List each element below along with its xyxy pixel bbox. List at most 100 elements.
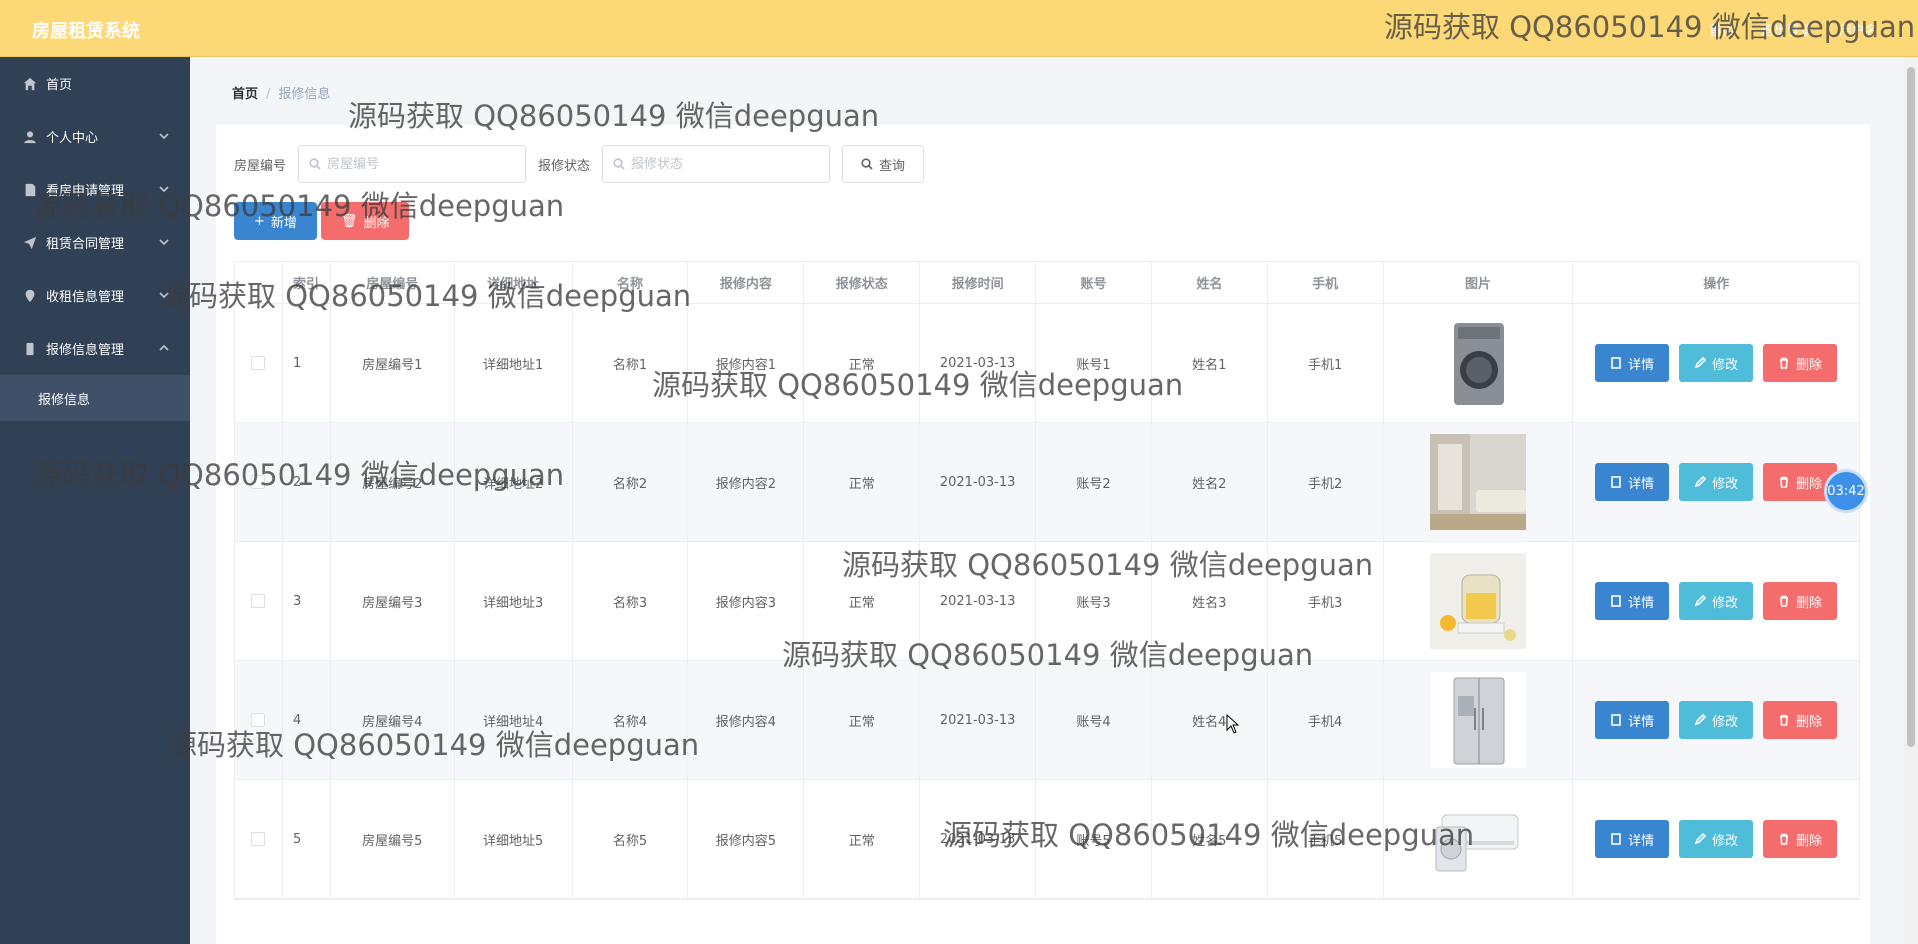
delete-button[interactable]: 删除	[1763, 820, 1838, 858]
header-operations: 操作	[1703, 277, 1730, 292]
edit-button[interactable]: 修改	[1679, 820, 1754, 858]
breadcrumb-current: 报修信息	[278, 87, 331, 102]
sidebar-item-label: 收租信息管理	[46, 290, 125, 305]
cell-house-number: 房屋编号4	[331, 661, 455, 779]
sidebar-item-rent[interactable]: 收租信息管理	[0, 269, 190, 322]
delete-label: 删除	[1796, 594, 1823, 610]
detail-button[interactable]: 详情	[1595, 344, 1670, 382]
delete-button[interactable]: 删除	[1763, 344, 1838, 382]
air-conditioner-image[interactable]	[1429, 791, 1526, 887]
phone-icon	[22, 341, 38, 357]
sidebar-item-viewing[interactable]: 看房申请管理	[0, 163, 190, 216]
row-checkbox[interactable]	[251, 356, 266, 370]
delete-button[interactable]: 删除	[1763, 701, 1838, 739]
detail-button[interactable]: 详情	[1595, 701, 1670, 739]
row-checkbox-cell	[235, 542, 283, 660]
edit-label: 修改	[1712, 356, 1739, 372]
cell-image	[1384, 304, 1574, 422]
row-checkbox[interactable]	[251, 832, 266, 846]
sidebar-item-repair[interactable]: 报修信息管理	[0, 322, 190, 375]
edit-button[interactable]: 修改	[1679, 463, 1754, 501]
user-icon	[22, 129, 38, 145]
edit-button[interactable]: 修改	[1679, 582, 1754, 620]
cell-phone: 手机5	[1268, 780, 1384, 898]
cell-operations: 详情 修改 删除	[1573, 304, 1859, 422]
washing-machine-image[interactable]	[1429, 315, 1526, 411]
row-checkbox[interactable]	[251, 713, 266, 727]
living-room-image[interactable]	[1429, 434, 1526, 530]
header-realname: 姓名	[1152, 262, 1268, 303]
page-scrollbar[interactable]	[1904, 57, 1918, 944]
sidebar-item-label: 首页	[46, 78, 73, 93]
sidebar-subitem-repair-info[interactable]: 报修信息	[0, 375, 190, 421]
header-link-logout[interactable]: 退出登录	[1761, 20, 1813, 39]
row-checkbox-cell	[235, 423, 283, 541]
detail-button[interactable]: 详情	[1595, 582, 1670, 620]
header-status: 报修状态	[804, 262, 921, 303]
edit-icon	[1694, 833, 1707, 845]
cell-house-number: 房屋编号2	[331, 423, 455, 541]
repair-status-input[interactable]	[603, 146, 830, 182]
delete-button[interactable]: 删除	[1763, 582, 1838, 620]
detail-label: 详情	[1628, 832, 1655, 848]
cell-house-number: 房屋编号1	[331, 304, 455, 422]
doc-icon	[22, 182, 38, 198]
cell-image	[1384, 780, 1574, 898]
breadcrumb-home[interactable]: 首页	[232, 87, 258, 102]
sidebar-item-home[interactable]: 首页	[0, 57, 190, 110]
action-bar: + 新增 🗑 删除	[234, 202, 410, 240]
header-link-username[interactable]: 用户名	[1839, 20, 1878, 39]
query-button[interactable]: 查询	[842, 145, 925, 183]
search-bar: 房屋编号 报修状态 查询	[234, 145, 925, 183]
edit-icon	[1694, 595, 1707, 607]
chevron-down-icon	[158, 289, 170, 301]
sidebar-item-personal[interactable]: 个人中心	[0, 110, 190, 163]
cell-phone: 手机4	[1268, 661, 1384, 779]
header-link-home[interactable]: 首页	[1709, 20, 1735, 39]
cell-phone: 手机3	[1268, 542, 1384, 660]
refrigerator-image[interactable]	[1429, 672, 1526, 768]
cell-time: 2021-03-13	[920, 423, 1037, 541]
header-house-number: 房屋编号	[331, 262, 455, 303]
delete-label: 删除	[1796, 475, 1823, 491]
cell-index: 3	[283, 542, 331, 660]
table-row: 4 房屋编号4 详细地址4 名称4 报修内容4 正常 2021-03-13 账号4 姓名4 手机4…	[235, 661, 1859, 780]
batch-delete-button[interactable]: 🗑 删除	[320, 202, 410, 240]
timer-badge[interactable]: 03:42	[1824, 469, 1868, 513]
header-name: 名称	[573, 262, 689, 303]
cell-index: 1	[283, 304, 331, 422]
detail-button[interactable]: 详情	[1595, 820, 1670, 858]
cell-image	[1384, 542, 1574, 660]
edit-button[interactable]: 修改	[1679, 701, 1754, 739]
cell-time: 2021-03-13	[920, 542, 1037, 660]
location-icon	[22, 288, 38, 304]
document-icon	[1611, 476, 1621, 488]
sidebar-item-contract[interactable]: 租赁合同管理	[0, 216, 190, 269]
app-title: 房屋租赁系统	[32, 21, 140, 42]
row-checkbox[interactable]	[251, 594, 266, 608]
detail-button[interactable]: 详情	[1595, 463, 1670, 501]
header-content: 报修内容	[688, 262, 805, 303]
edit-button[interactable]: 修改	[1679, 344, 1754, 382]
add-button[interactable]: + 新增	[234, 202, 317, 240]
document-icon	[1611, 833, 1621, 845]
cell-account: 账号2	[1036, 423, 1152, 541]
table-row: 5 房屋编号5 详细地址5 名称5 报修内容5 正常 2021-03-13 账号5 姓名5 手机5…	[235, 780, 1859, 899]
chevron-down-icon	[158, 236, 170, 248]
kettle-image[interactable]	[1429, 553, 1526, 649]
cell-index: 2	[283, 423, 331, 541]
cell-account: 账号1	[1036, 304, 1152, 422]
scrollbar-thumb[interactable]	[1907, 67, 1915, 747]
row-checkbox-cell	[235, 780, 283, 898]
header-user-links: 首页 退出登录 用户名	[1709, 20, 1878, 39]
row-checkbox[interactable]	[251, 475, 266, 489]
edit-icon	[1694, 357, 1707, 369]
table-header: 索引 房屋编号 详细地址 名称 报修内容 报修状态 报修时间 账号 姓名 手机 …	[235, 262, 1859, 304]
breadcrumb-separator: /	[266, 87, 271, 102]
cell-address: 详细地址5	[455, 780, 573, 898]
cell-account: 账号4	[1036, 661, 1152, 779]
header-time: 报修时间	[920, 262, 1037, 303]
house-number-input[interactable]	[299, 146, 526, 182]
trash-icon	[1780, 714, 1789, 726]
cell-realname: 姓名5	[1152, 780, 1268, 898]
